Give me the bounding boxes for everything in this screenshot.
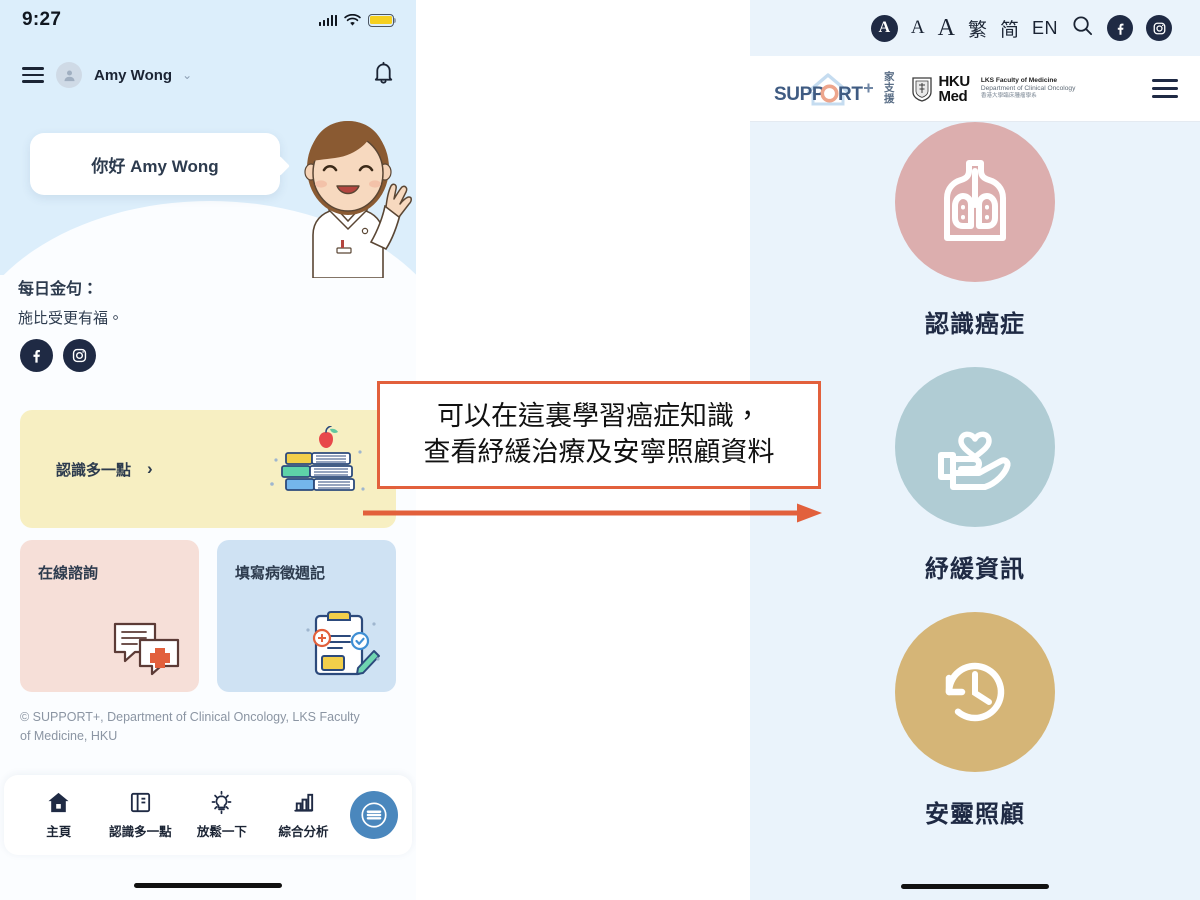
right-arrow-icon — [363, 503, 822, 523]
waving-nurse-illustration — [304, 121, 412, 278]
book-icon — [130, 792, 150, 813]
daily-quote-block: 每日金句： 施比受更有福。 — [18, 275, 398, 328]
hku-wordmark: HKU Med — [938, 72, 971, 105]
symptom-diary-label: 填寫病徵週記 — [235, 565, 326, 582]
site-hamburger-menu-icon[interactable] — [1152, 79, 1178, 98]
tile-know-cancer[interactable]: 認識癌症 — [750, 122, 1200, 339]
app-header: Amy Wong ⌄ — [0, 52, 416, 98]
site-header: SUPP RT 家 支 援 HKU Med LKS Faculty of Med… — [750, 56, 1200, 122]
user-name-label: Amy Wong — [94, 66, 173, 84]
learn-more-card[interactable]: 認識多一點 › — [20, 410, 396, 528]
app-social-links — [20, 339, 96, 372]
nav-item-relax[interactable]: 放鬆一下 — [181, 790, 263, 840]
lightbulb-icon — [212, 790, 232, 815]
tile-label-end-of-life-care: 安靈照顧 — [925, 801, 1025, 828]
chat-list-icon[interactable] — [350, 791, 398, 839]
svg-text:RT: RT — [838, 84, 863, 105]
facebook-icon[interactable] — [1107, 15, 1133, 41]
tile-end-of-life-care[interactable]: 安靈照顧 — [750, 612, 1200, 829]
support-logo-chinese: 家 支 援 — [884, 71, 895, 106]
mobile-app-panel: 9:27 Amy Wong ⌄ 你好 Amy Wong 每日金句： 施比受更有福… — [0, 0, 416, 900]
hku-department-text: LKS Faculty of Medicine Department of Cl… — [981, 77, 1076, 100]
bar-chart-icon — [294, 793, 314, 812]
greeting-text: 你好 Amy Wong — [91, 156, 219, 176]
stack-of-books-icon — [270, 426, 365, 491]
home-icon — [48, 792, 69, 813]
font-size-large-button[interactable]: A — [938, 15, 955, 42]
instagram-icon[interactable] — [63, 339, 96, 372]
symptom-diary-card[interactable]: 填寫病徵週記 — [217, 540, 396, 692]
lungs-icon — [895, 122, 1055, 282]
online-consultation-card[interactable]: 在線諮詢 — [20, 540, 199, 692]
status-icon-group — [318, 13, 397, 27]
font-size-small-button[interactable]: A — [870, 14, 898, 42]
nav-item-home[interactable]: 主頁 — [18, 790, 100, 840]
home-indicator-bar — [134, 883, 282, 888]
clock-rewind-icon — [895, 612, 1055, 772]
support-plus-logo[interactable]: SUPP RT — [772, 66, 882, 112]
hku-med-logo[interactable]: HKU Med LKS Faculty of Medicine Departme… — [911, 72, 1076, 105]
utility-bar: A A A 繁 简 EN — [750, 0, 1200, 56]
search-icon[interactable] — [1071, 14, 1094, 42]
lang-traditional-button[interactable]: 繁 — [968, 15, 987, 42]
tile-label-palliative-info: 紓緩資訊 — [925, 556, 1025, 583]
nav-item-analysis[interactable]: 綜合分析 — [263, 790, 345, 840]
nav-label-learn: 認識多一點 — [109, 825, 172, 839]
hku-mark-line1: HKU — [938, 72, 971, 90]
hamburger-menu-icon[interactable] — [22, 67, 44, 83]
nav-item-learn[interactable]: 認識多一點 — [100, 790, 182, 840]
lang-english-button[interactable]: EN — [1032, 18, 1058, 39]
site-home-indicator-bar — [901, 884, 1049, 889]
nav-label-home: 主頁 — [46, 825, 72, 839]
annotation-line-1: 可以在這裏學習癌症知識， — [437, 400, 761, 432]
chevron-down-icon[interactable]: ⌄ — [182, 68, 192, 82]
quote-text: 施比受更有福。 — [18, 310, 124, 327]
site-category-tiles: 認識癌症 紓緩資訊 安靈照顧 — [750, 122, 1200, 857]
hku-mark-line2: Med — [938, 87, 968, 105]
bell-icon[interactable] — [373, 61, 394, 90]
clipboard-checklist-icon — [306, 611, 380, 676]
annotation-line-2: 查看紓緩治療及安寧照顧資料 — [423, 437, 775, 468]
font-size-medium-button[interactable]: A — [911, 17, 925, 39]
battery-icon — [368, 13, 397, 27]
hand-heart-icon — [895, 367, 1055, 527]
user-avatar-icon[interactable] — [56, 62, 82, 88]
chat-bubbles-medical-icon — [113, 622, 180, 676]
learn-more-label: 認識多一點 — [56, 461, 132, 479]
nav-label-analysis: 綜合分析 — [278, 825, 329, 839]
wifi-icon — [344, 13, 361, 26]
nav-label-relax: 放鬆一下 — [196, 825, 247, 839]
annotation-callout: 可以在這裏學習癌症知識， 查看紓緩治療及安寧照顧資料 — [377, 381, 821, 489]
hku-crest-icon — [911, 76, 932, 102]
hku-text-line3: 香港大學臨床腫瘤學系 — [980, 93, 1037, 100]
svg-text:SUPP: SUPP — [774, 84, 825, 105]
hku-text-line1: LKS Faculty of Medicine — [980, 77, 1058, 85]
hku-text-line2: Department of Clinical Oncology — [980, 85, 1076, 93]
status-bar: 9:27 — [0, 0, 416, 40]
logo-cn-char-3: 援 — [884, 93, 895, 106]
online-consultation-label: 在線諮詢 — [38, 565, 99, 582]
lang-simplified-button[interactable]: 简 — [1000, 15, 1019, 42]
status-time: 9:27 — [22, 9, 62, 30]
instagram-icon[interactable] — [1146, 15, 1172, 41]
chevron-right-icon: › — [147, 459, 153, 478]
copyright-text: © SUPPORT+, Department of Clinical Oncol… — [20, 710, 360, 744]
quote-heading: 每日金句： — [18, 281, 99, 298]
facebook-icon[interactable] — [20, 339, 53, 372]
cellular-signal-icon — [318, 14, 337, 26]
greeting-bubble: 你好 Amy Wong — [30, 133, 280, 195]
tile-label-know-cancer: 認識癌症 — [925, 311, 1025, 338]
screenshot-stage: 9:27 Amy Wong ⌄ 你好 Amy Wong 每日金句： 施比受更有福… — [0, 0, 1200, 900]
bottom-navigation-bar: 主頁 認識多一點 放鬆一下 綜合分析 — [4, 775, 412, 855]
quick-action-cards: 在線諮詢 填寫病徵週記 — [20, 540, 396, 692]
